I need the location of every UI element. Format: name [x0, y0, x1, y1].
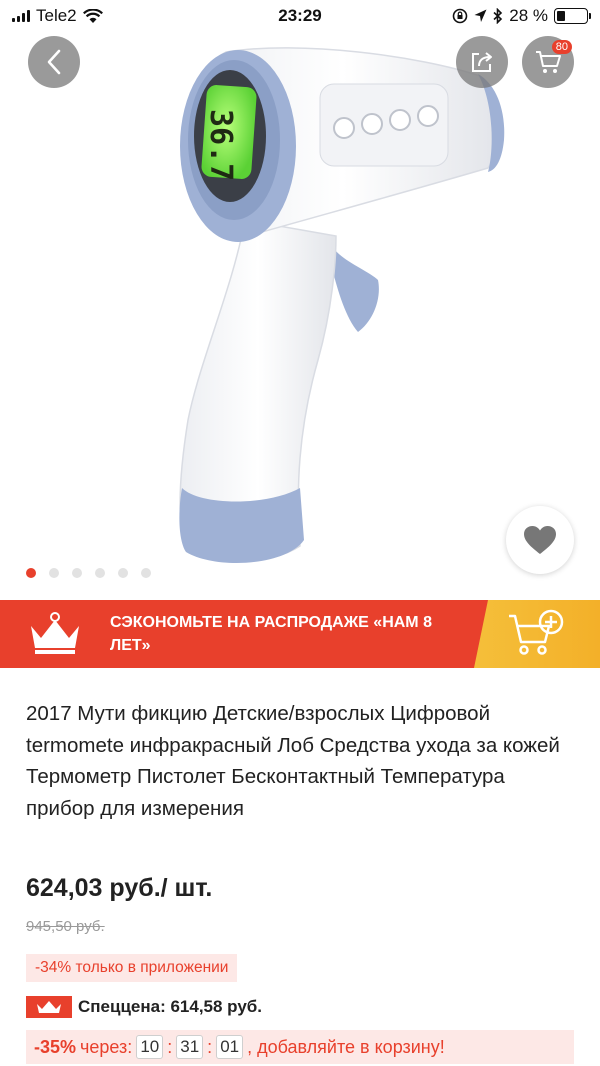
pagination-dot[interactable]	[141, 568, 151, 578]
signal-icon	[12, 10, 30, 22]
svg-text:36.7: 36.7	[203, 109, 238, 181]
crown-badge-icon	[26, 996, 72, 1018]
countdown-seconds: 01	[216, 1035, 244, 1059]
cart-plus-icon	[509, 609, 564, 655]
battery-percent: 28 %	[509, 6, 548, 25]
location-icon	[474, 9, 487, 22]
pagination-dot[interactable]	[26, 568, 36, 578]
countdown-separator: :	[167, 1036, 173, 1057]
rotation-lock-icon	[452, 8, 468, 24]
share-button[interactable]	[456, 36, 508, 88]
product-image-thermometer[interactable]: 36.7	[0, 0, 600, 600]
countdown-separator: :	[207, 1036, 213, 1057]
cart-button[interactable]: 80	[522, 36, 574, 88]
wifi-icon	[82, 8, 103, 23]
old-price: 945,50 руб.	[26, 918, 105, 935]
pagination-dot[interactable]	[49, 568, 59, 578]
countdown-hours: 10	[136, 1035, 164, 1059]
sale-banner-text: Сэкономьте на распродаже «НАМ 8 ЛЕТ»	[110, 614, 432, 654]
chevron-left-icon	[47, 49, 61, 75]
battery-icon	[554, 8, 591, 24]
gallery-pagination	[26, 568, 151, 578]
pagination-dot[interactable]	[72, 568, 82, 578]
status-left: Tele2	[12, 6, 103, 26]
favorite-button[interactable]	[506, 506, 574, 574]
app-discount-badge: -34% только в приложении	[26, 954, 238, 982]
share-icon	[472, 52, 492, 72]
cart-count-badge: 80	[551, 40, 572, 54]
product-price: 624,03 руб./ шт.	[26, 874, 213, 902]
countdown-percent: -35%	[34, 1036, 77, 1057]
bluetooth-icon	[493, 8, 503, 24]
countdown-row: -35% через: 10 : 31 : 01 , добавляйте в …	[26, 1030, 574, 1064]
countdown-suffix: , добавляйте в корзину!	[247, 1036, 445, 1057]
heart-icon	[524, 526, 556, 554]
product-title: 2017 Мути фикцию Детские/взрослых Цифров…	[26, 702, 560, 820]
pagination-dot[interactable]	[118, 568, 128, 578]
countdown-label: через:	[80, 1036, 133, 1057]
sale-banner[interactable]: Сэкономьте на распродаже «НАМ 8 ЛЕТ»	[0, 600, 600, 668]
status-bar: Tele2 23:29 28 %	[0, 0, 600, 32]
add-to-cart-banner-button[interactable]	[474, 600, 600, 668]
carrier-label: Tele2	[36, 6, 77, 25]
special-price-row: Спеццена: 614,58 руб.	[26, 996, 262, 1018]
crown-icon	[0, 600, 110, 668]
back-button[interactable]	[28, 36, 80, 88]
special-price-label: Спеццена: 614,58 руб.	[78, 997, 263, 1016]
pagination-dot[interactable]	[95, 568, 105, 578]
countdown-minutes: 31	[176, 1035, 204, 1059]
product-gallery[interactable]: 36.7 80	[0, 0, 600, 600]
status-right: 28 %	[452, 6, 591, 26]
